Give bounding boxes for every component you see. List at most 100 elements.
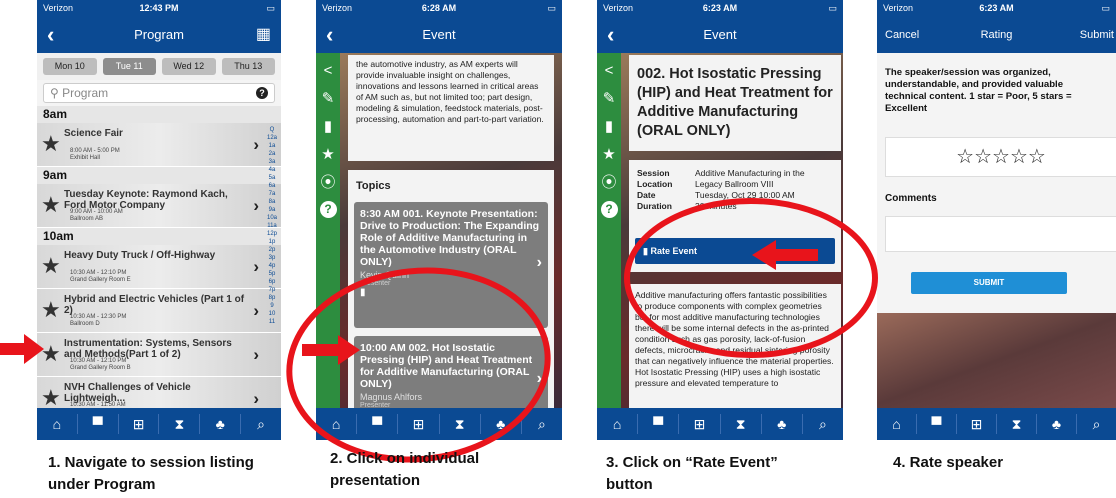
- location-icon[interactable]: ⦿: [601, 169, 616, 197]
- star-icon[interactable]: ★: [41, 255, 61, 277]
- help-icon[interactable]: ?: [256, 87, 268, 99]
- day-tab[interactable]: Wed 12: [162, 58, 216, 75]
- nav-bar: ‹ Event: [316, 17, 562, 53]
- exhibitor-icon[interactable]: ▀: [638, 414, 680, 434]
- index-letter[interactable]: 4a: [265, 166, 279, 174]
- tab-bar: ⌂ ▀ ⊞ ⧗ ♣ ⌕: [877, 408, 1116, 440]
- share-icon[interactable]: <: [324, 57, 333, 85]
- day-tab[interactable]: Mon 10: [43, 58, 97, 75]
- search-icon[interactable]: ⌕: [1077, 414, 1116, 434]
- index-letter[interactable]: 3a: [265, 158, 279, 166]
- home-icon[interactable]: ⌂: [877, 414, 917, 434]
- session-title: Science Fair: [64, 128, 123, 139]
- index-letter[interactable]: 11: [265, 318, 279, 326]
- map-icon[interactable]: ⊞: [679, 414, 721, 434]
- index-letter[interactable]: 8a: [265, 198, 279, 206]
- index-letter[interactable]: 5p: [265, 270, 279, 278]
- chevron-right-icon: ›: [536, 254, 542, 271]
- detail-value: Additive Manufacturing in the: [695, 168, 805, 178]
- star-icon[interactable]: ★: [41, 133, 61, 155]
- home-icon[interactable]: ⌂: [597, 414, 639, 434]
- index-letter[interactable]: 3p: [265, 254, 279, 262]
- exhibitor-icon[interactable]: ▀: [78, 414, 119, 434]
- submit-button[interactable]: SUBMIT: [911, 272, 1067, 294]
- event-title-card: 002. Hot Isostatic Pressing (HIP) and He…: [629, 55, 841, 151]
- clipboard-icon[interactable]: ▮: [324, 113, 332, 141]
- index-letter[interactable]: 6p: [265, 278, 279, 286]
- tree-icon[interactable]: ♣: [200, 414, 242, 434]
- index-letter[interactable]: 1p: [265, 238, 279, 246]
- step-caption-1: 1. Navigate to session listing under Pro…: [48, 454, 254, 493]
- index-letter[interactable]: 12a: [265, 134, 279, 142]
- search-icon[interactable]: ⌕: [522, 414, 562, 434]
- tree-icon[interactable]: ♣: [1037, 414, 1077, 434]
- index-letter[interactable]: 1a: [265, 142, 279, 150]
- star-icon[interactable]: ★: [602, 141, 615, 169]
- index-letter[interactable]: 12p: [265, 230, 279, 238]
- detail-label: Location: [637, 179, 673, 189]
- status-time: 6:28 AM: [421, 3, 457, 13]
- index-letter[interactable]: 8p: [265, 294, 279, 302]
- session-row[interactable]: ★ Science Fair 8:00 AM - 5:00 PM Exhibit Ha…: [37, 123, 281, 167]
- help-icon[interactable]: ?: [600, 201, 618, 218]
- index-letter[interactable]: 7a: [265, 190, 279, 198]
- sponsor-icon[interactable]: ⧗: [159, 414, 201, 434]
- session-time: 10:30 AM - 12:30 PM Ballroom D: [70, 314, 126, 328]
- index-letter[interactable]: 11a: [265, 222, 279, 230]
- help-icon[interactable]: ?: [319, 201, 337, 218]
- index-letter[interactable]: 5a: [265, 174, 279, 182]
- search-icon[interactable]: ⌕: [803, 414, 843, 434]
- submit-nav-button[interactable]: Submit: [1080, 17, 1114, 53]
- index-letter[interactable]: 9a: [265, 206, 279, 214]
- comments-input[interactable]: [885, 216, 1116, 252]
- sponsor-icon[interactable]: ⧗: [997, 414, 1037, 434]
- index-letter[interactable]: 9: [265, 302, 279, 310]
- star-rating[interactable]: ☆☆☆☆☆: [885, 137, 1116, 177]
- home-icon[interactable]: ⌂: [37, 414, 78, 434]
- session-row[interactable]: ★ Heavy Duty Truck / Off-Highway 10:30 AM …: [37, 245, 281, 289]
- status-time: 6:23 AM: [702, 3, 738, 13]
- pencil-icon[interactable]: ✎: [322, 85, 335, 113]
- page-title: Event: [422, 27, 456, 42]
- session-room: Grand Gallery Room B: [70, 365, 131, 371]
- session-row[interactable]: ★ Tuesday Keynote: Raymond Kach, Ford Mot…: [37, 184, 281, 228]
- index-letter[interactable]: 10: [265, 310, 279, 318]
- index-letter[interactable]: 6a: [265, 182, 279, 190]
- tree-icon[interactable]: ♣: [762, 414, 803, 434]
- index-letter[interactable]: 2a: [265, 150, 279, 158]
- index-letter[interactable]: 10a: [265, 214, 279, 222]
- calendar-icon[interactable]: ▦: [256, 17, 271, 53]
- map-icon[interactable]: ⊞: [957, 414, 997, 434]
- sponsor-icon[interactable]: ⧗: [721, 414, 762, 434]
- pencil-icon[interactable]: ✎: [603, 85, 616, 113]
- index-letter[interactable]: 2p: [265, 246, 279, 254]
- session-row[interactable]: ★ Hybrid and Electric Vehicles (Part 1 of…: [37, 289, 281, 333]
- index-letter[interactable]: 7p: [265, 286, 279, 294]
- star-outline-icons[interactable]: ☆☆☆☆☆: [956, 146, 1046, 168]
- session-row[interactable]: ★ Instrumentation: Systems, Sensors and M…: [37, 333, 281, 377]
- day-tab[interactable]: Thu 13: [221, 58, 275, 75]
- map-icon[interactable]: ⊞: [119, 414, 160, 434]
- index-letter[interactable]: 4p: [265, 262, 279, 270]
- location-icon[interactable]: ⦿: [320, 169, 335, 197]
- clipboard-icon[interactable]: ▮: [605, 113, 613, 141]
- day-tab-selected[interactable]: Tue 11: [102, 58, 156, 75]
- star-icon[interactable]: ★: [41, 194, 61, 216]
- share-icon[interactable]: <: [605, 57, 614, 85]
- battery-icon: ▭: [266, 3, 275, 13]
- star-icon[interactable]: ★: [321, 141, 334, 169]
- search-input[interactable]: ⚲ Program ?: [43, 83, 275, 103]
- comments-label: Comments: [885, 193, 937, 204]
- status-bar: Verizon 6:23 AM ▭: [597, 0, 843, 17]
- star-icon[interactable]: ★: [41, 387, 61, 409]
- rating-prompt: The speaker/session was organized, under…: [885, 67, 1072, 114]
- hour-index[interactable]: Q 12a 1a 2a 3a 4a 5a 6a 7a 8a 9a 10a 11a 12p 1p 2p 3p 4p 5…: [265, 126, 279, 326]
- topics-heading: Topics: [356, 180, 391, 192]
- step-caption-4: 4. Rate speaker: [893, 454, 1004, 471]
- star-icon[interactable]: ★: [41, 299, 61, 321]
- index-letter[interactable]: Q: [265, 126, 279, 134]
- search-icon[interactable]: ⌕: [241, 414, 281, 434]
- page-title: Event: [703, 27, 737, 42]
- exhibitor-icon[interactable]: ▀: [917, 414, 957, 434]
- step-caption-2: 2. Click on individual presentation: [330, 450, 480, 489]
